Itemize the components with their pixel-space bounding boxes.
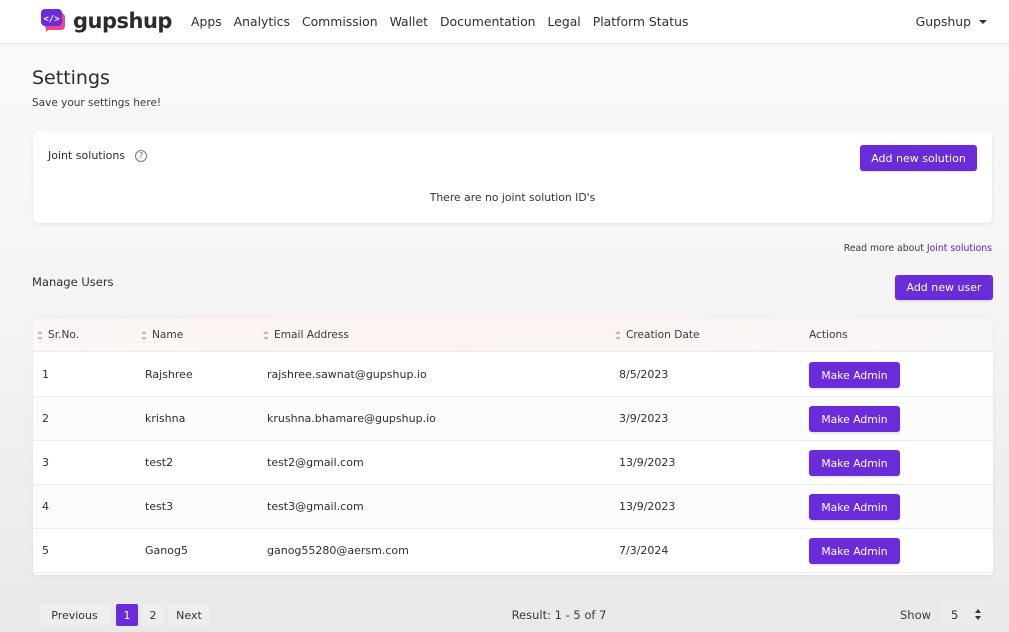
column-header-email[interactable]: Email Address (263, 329, 349, 341)
make-admin-button[interactable]: Make Admin (809, 494, 900, 520)
joint-solutions-title: Joint solutions (48, 149, 126, 162)
nav-platform-status[interactable]: Platform Status (593, 14, 689, 29)
cell-name: krishna (145, 412, 186, 425)
help-icon[interactable]: ? (135, 149, 148, 162)
cell-date: 3/9/2023 (619, 412, 669, 425)
cell-name: Rajshree (145, 368, 193, 381)
user-name: Gupshup (915, 14, 971, 29)
joint-solutions-card: Joint solutions ? Add new solution There… (33, 131, 992, 223)
column-label: Creation Date (626, 329, 700, 341)
table-row: 2 krishna krushna.bhamare@gupshup.io 3/9… (33, 397, 993, 441)
column-label: Name (152, 329, 184, 341)
cell-name: Ganog5 (145, 544, 188, 557)
page-size-value: 5 (951, 607, 959, 622)
joint-solutions-link[interactable]: Joint solutions (927, 243, 992, 254)
read-more-prefix: Read more about (843, 243, 927, 254)
show-label: Show (900, 608, 932, 622)
cell-name: test3 (145, 500, 174, 513)
column-header-name[interactable]: Name (141, 329, 183, 341)
caret-down-icon (979, 19, 987, 24)
cell-date: 13/9/2023 (619, 500, 676, 513)
column-header-actions: Actions (809, 329, 848, 341)
cell-email: test2@gmail.com (267, 456, 364, 469)
joint-solutions-heading: Joint solutions ? (48, 149, 148, 162)
cell-srno: 1 (42, 368, 49, 381)
page-size-select[interactable]: 5 (940, 603, 990, 626)
nav-analytics[interactable]: Analytics (234, 14, 290, 29)
sort-icon (37, 330, 44, 340)
select-arrows-icon (975, 609, 982, 620)
table-row: 4 test3 test3@gmail.com 13/9/2023 Make A… (33, 485, 993, 529)
sort-icon (615, 330, 622, 340)
nav-legal[interactable]: Legal (548, 14, 581, 29)
cell-email: krushna.bhamare@gupshup.io (267, 412, 436, 425)
column-header-creation-date[interactable]: Creation Date (615, 329, 700, 341)
cell-email: ganog55280@aersm.com (267, 544, 409, 557)
empty-state-message: There are no joint solution ID's (429, 191, 596, 204)
svg-text:</>: </> (43, 15, 60, 25)
sort-icon (263, 330, 270, 340)
cell-email: rajshree.sawnat@gupshup.io (267, 368, 427, 381)
nav-documentation[interactable]: Documentation (440, 14, 536, 29)
user-menu-dropdown[interactable]: Gupshup (916, 14, 987, 29)
nav-wallet[interactable]: Wallet (390, 14, 428, 29)
nav-apps[interactable]: Apps (191, 14, 222, 29)
gupshup-logo-icon: </> (40, 7, 68, 35)
add-new-user-button[interactable]: Add new user (895, 275, 993, 300)
add-new-solution-button[interactable]: Add new solution (860, 145, 977, 171)
sort-icon (141, 330, 148, 340)
column-label: Email Address (274, 329, 349, 341)
make-admin-button[interactable]: Make Admin (809, 362, 900, 388)
make-admin-button[interactable]: Make Admin (809, 406, 900, 432)
cell-srno: 4 (42, 500, 49, 513)
gupshup-logo[interactable]: </> gupshup (40, 7, 172, 35)
table-row: 1 Rajshree rajshree.sawnat@gupshup.io 8/… (33, 353, 993, 397)
top-navbar: </> gupshup Apps Analytics Commission Wa… (0, 0, 1009, 44)
cell-srno: 5 (42, 544, 49, 557)
read-more-text: Read more about Joint solutions (844, 243, 992, 254)
manage-users-title: Manage Users (32, 275, 114, 289)
cell-srno: 3 (42, 456, 49, 469)
cell-email: test3@gmail.com (267, 500, 364, 513)
column-label: Actions (809, 329, 848, 341)
table-row: 3 test2 test2@gmail.com 13/9/2023 Make A… (33, 441, 993, 485)
page-subtitle: Save your settings here! (32, 97, 162, 109)
cell-srno: 2 (42, 412, 49, 425)
cell-date: 13/9/2023 (619, 456, 676, 469)
cell-name: test2 (145, 456, 174, 469)
page-title: Settings (32, 67, 110, 89)
cell-date: 7/3/2024 (619, 544, 669, 557)
column-label: Sr.No. (48, 329, 80, 341)
main-nav: Apps Analytics Commission Wallet Documen… (191, 14, 700, 29)
column-header-srno[interactable]: Sr.No. (37, 329, 79, 341)
table-row: 5 Ganog5 ganog55280@aersm.com 7/3/2024 M… (33, 529, 993, 573)
result-count: Result: 1 - 5 of 7 (511, 608, 607, 622)
users-table: Sr.No. Name Email Address Creation Date … (33, 318, 993, 575)
nav-commission[interactable]: Commission (302, 14, 378, 29)
cell-date: 8/5/2023 (619, 368, 669, 381)
make-admin-button[interactable]: Make Admin (809, 450, 900, 476)
table-header: Sr.No. Name Email Address Creation Date … (33, 318, 993, 352)
brand-name: gupshup (73, 9, 172, 33)
make-admin-button[interactable]: Make Admin (809, 538, 900, 564)
